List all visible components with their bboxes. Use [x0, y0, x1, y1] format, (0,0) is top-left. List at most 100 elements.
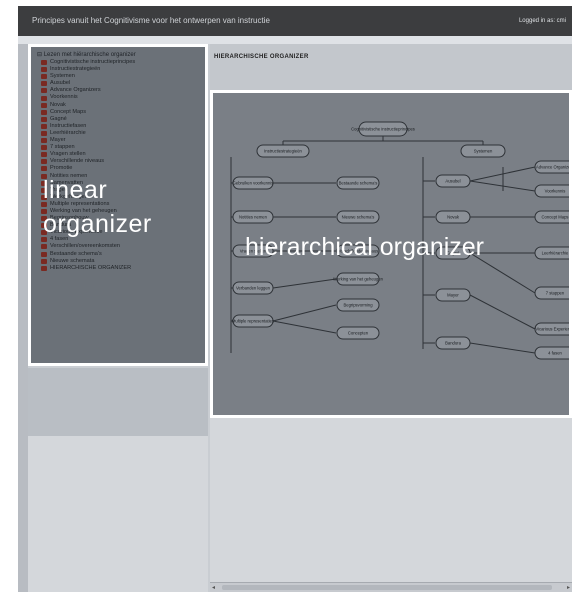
- diagram-left-node[interactable]: Verbanden leggen: [232, 281, 274, 295]
- tree-item[interactable]: Instructiestrategieën: [41, 66, 135, 73]
- page-icon: [41, 81, 47, 87]
- scrollbar-thumb[interactable]: [222, 585, 552, 590]
- diagram-right-node[interactable]: Ausubel: [435, 174, 471, 188]
- node-label: Bandura: [445, 341, 462, 346]
- diagram-right-node[interactable]: Mayer: [435, 288, 471, 302]
- node-label: Nieuwe schema's: [342, 215, 375, 220]
- tree-item-label: Instructiestrategieën: [50, 66, 101, 73]
- diagram-right-node[interactable]: Bandura: [435, 336, 471, 350]
- tree-item-label: HIERARCHISCHE ORGANIZER: [50, 264, 132, 271]
- tree-root-label: Lezen met hiërarchische organizer: [43, 52, 136, 58]
- page-icon: [41, 60, 47, 66]
- connector: [469, 342, 536, 354]
- title-bar: Principes vanuit het Cognitivisme voor h…: [18, 6, 572, 36]
- diagram-child-node[interactable]: Vicarious Experience: [534, 322, 569, 336]
- diagram-left-node[interactable]: Multiple representaties: [232, 314, 274, 328]
- collapse-icon[interactable]: ⊟: [37, 52, 44, 58]
- tree-item-label: Promotie: [50, 165, 73, 172]
- diagram-child-node[interactable]: Leerhiërarchie: [534, 246, 569, 260]
- tree-item[interactable]: Concept Maps: [41, 109, 135, 116]
- connector: [469, 294, 536, 330]
- tree-item-label: 7 stappen: [50, 144, 75, 151]
- connector: [272, 320, 337, 334]
- tree-item[interactable]: Mayer: [41, 137, 135, 144]
- tree-item[interactable]: Verschillen/overeenkomsten: [41, 243, 135, 250]
- diagram-branch-node[interactable]: Systemen: [460, 144, 506, 158]
- node-label: Voorkennis: [545, 189, 566, 194]
- diagram-child-node[interactable]: Concepten: [336, 326, 380, 340]
- scroll-right-icon[interactable]: ▸: [567, 584, 570, 591]
- node-label: Cognitivistische instructieprincipes: [351, 127, 415, 132]
- diagram-right-node[interactable]: Novak: [435, 210, 471, 224]
- node-label: Notities nemen: [239, 215, 268, 220]
- tree-item-label: Gagné: [50, 115, 67, 122]
- toolbar-strip: [18, 36, 572, 44]
- tree-item[interactable]: Instructiefasen: [41, 123, 135, 130]
- tree-item-label: Bestaande schema's: [50, 250, 102, 257]
- tree-item[interactable]: Voorkennis: [41, 94, 135, 101]
- tree-item[interactable]: Leerhiërarchie: [41, 130, 135, 137]
- node-label: Concept Maps: [542, 215, 569, 220]
- tree-item-label: Nieuwe schemata: [50, 257, 95, 264]
- tree-item-label: Novak: [50, 101, 66, 108]
- node-label: Gebruiken voorkennis: [233, 181, 274, 186]
- tree-item[interactable]: HIERARCHISCHE ORGANIZER: [41, 265, 135, 272]
- diagram-child-node[interactable]: Voorkennis: [534, 184, 569, 198]
- diagram-child-node[interactable]: Begripsvorming: [336, 298, 380, 312]
- tree-item-label: Voorkennis: [50, 94, 78, 101]
- tree-item-label: Systemen: [50, 73, 75, 80]
- tree-item[interactable]: Advance Organizers: [41, 87, 135, 94]
- tree-item[interactable]: Vragen stellen: [41, 151, 135, 158]
- app-window: Principes vanuit het Cognitivisme voor h…: [18, 6, 572, 592]
- diagram-branch-node[interactable]: Instructiestrategieën: [256, 144, 310, 158]
- page-icon: [41, 166, 47, 172]
- node-label: 7 stappen: [546, 291, 565, 296]
- tree-item[interactable]: Novak: [41, 102, 135, 109]
- tree-item[interactable]: Bestaande schema's: [41, 251, 135, 258]
- diagram-left-node[interactable]: Notities nemen: [232, 210, 274, 224]
- node-label: Werking van het geheugen: [333, 277, 384, 282]
- content-header: HIERARCHISCHE ORGANIZER: [210, 44, 572, 90]
- tree-item[interactable]: Nieuwe schemata: [41, 258, 135, 265]
- tree-item-label: Leerhiërarchie: [50, 129, 86, 136]
- node-label: Systemen: [474, 149, 493, 154]
- page-icon: [41, 265, 47, 271]
- diagram-child-node[interactable]: 4 fasen: [534, 346, 569, 360]
- node-label: Concepten: [348, 331, 369, 336]
- tree-item[interactable]: Gagné: [41, 116, 135, 123]
- diagram-child-node[interactable]: 7 stappen: [534, 286, 569, 300]
- diagram-child-node[interactable]: Werking van het geheugen: [333, 272, 384, 286]
- window-title: Principes vanuit het Cognitivisme voor h…: [32, 16, 270, 25]
- tree-item[interactable]: 7 stappen: [41, 144, 135, 151]
- tree-item[interactable]: Ausubel: [41, 80, 135, 87]
- diagram-child-node[interactable]: Concept Maps: [534, 210, 569, 224]
- tree-item-label: Verschillende niveaus: [50, 158, 105, 165]
- scroll-left-icon[interactable]: ◂: [212, 584, 215, 591]
- tree-item-label: Instructiefasen: [50, 122, 87, 129]
- node-label: 4 fasen: [548, 351, 562, 356]
- linear-organizer-overlay: linear organizer: [43, 173, 152, 241]
- node-label: Vicarious Experience: [535, 327, 569, 332]
- tree-item-label: Advance Organizers: [50, 87, 101, 94]
- diagram-child-node[interactable]: Nieuwe schema's: [336, 210, 380, 224]
- page-icon: [41, 130, 47, 136]
- tree-item[interactable]: Systemen: [41, 73, 135, 80]
- page-icon: [41, 152, 47, 158]
- left-edge: [18, 44, 28, 592]
- page-icon: [41, 145, 47, 151]
- page-icon: [41, 159, 47, 165]
- login-status: Logged in as: cmi: [518, 18, 566, 24]
- tree-item-label: Verschillen/overeenkomsten: [50, 243, 120, 250]
- tree-root-item[interactable]: ⊟ Lezen met hiërarchische organizer: [37, 51, 136, 58]
- horizontal-scrollbar[interactable]: ◂ ▸: [210, 582, 572, 592]
- diagram-child-node[interactable]: Advance Organizers: [534, 160, 569, 174]
- node-label: Instructiestrategieën: [264, 149, 302, 154]
- tree-item-label: Ausubel: [50, 80, 71, 87]
- tree-item[interactable]: Cognitivistische instructieprincipes: [41, 59, 135, 66]
- tree-item[interactable]: Verschillende niveaus: [41, 158, 135, 165]
- diagram-child-node[interactable]: Bestaande schema's: [336, 176, 380, 190]
- tree-item[interactable]: Promotie: [41, 165, 135, 172]
- diagram-left-node[interactable]: Gebruiken voorkennis: [232, 176, 274, 190]
- page-icon: [41, 244, 47, 250]
- diagram-root-node[interactable]: Cognitivistische instructieprincipes: [351, 121, 415, 137]
